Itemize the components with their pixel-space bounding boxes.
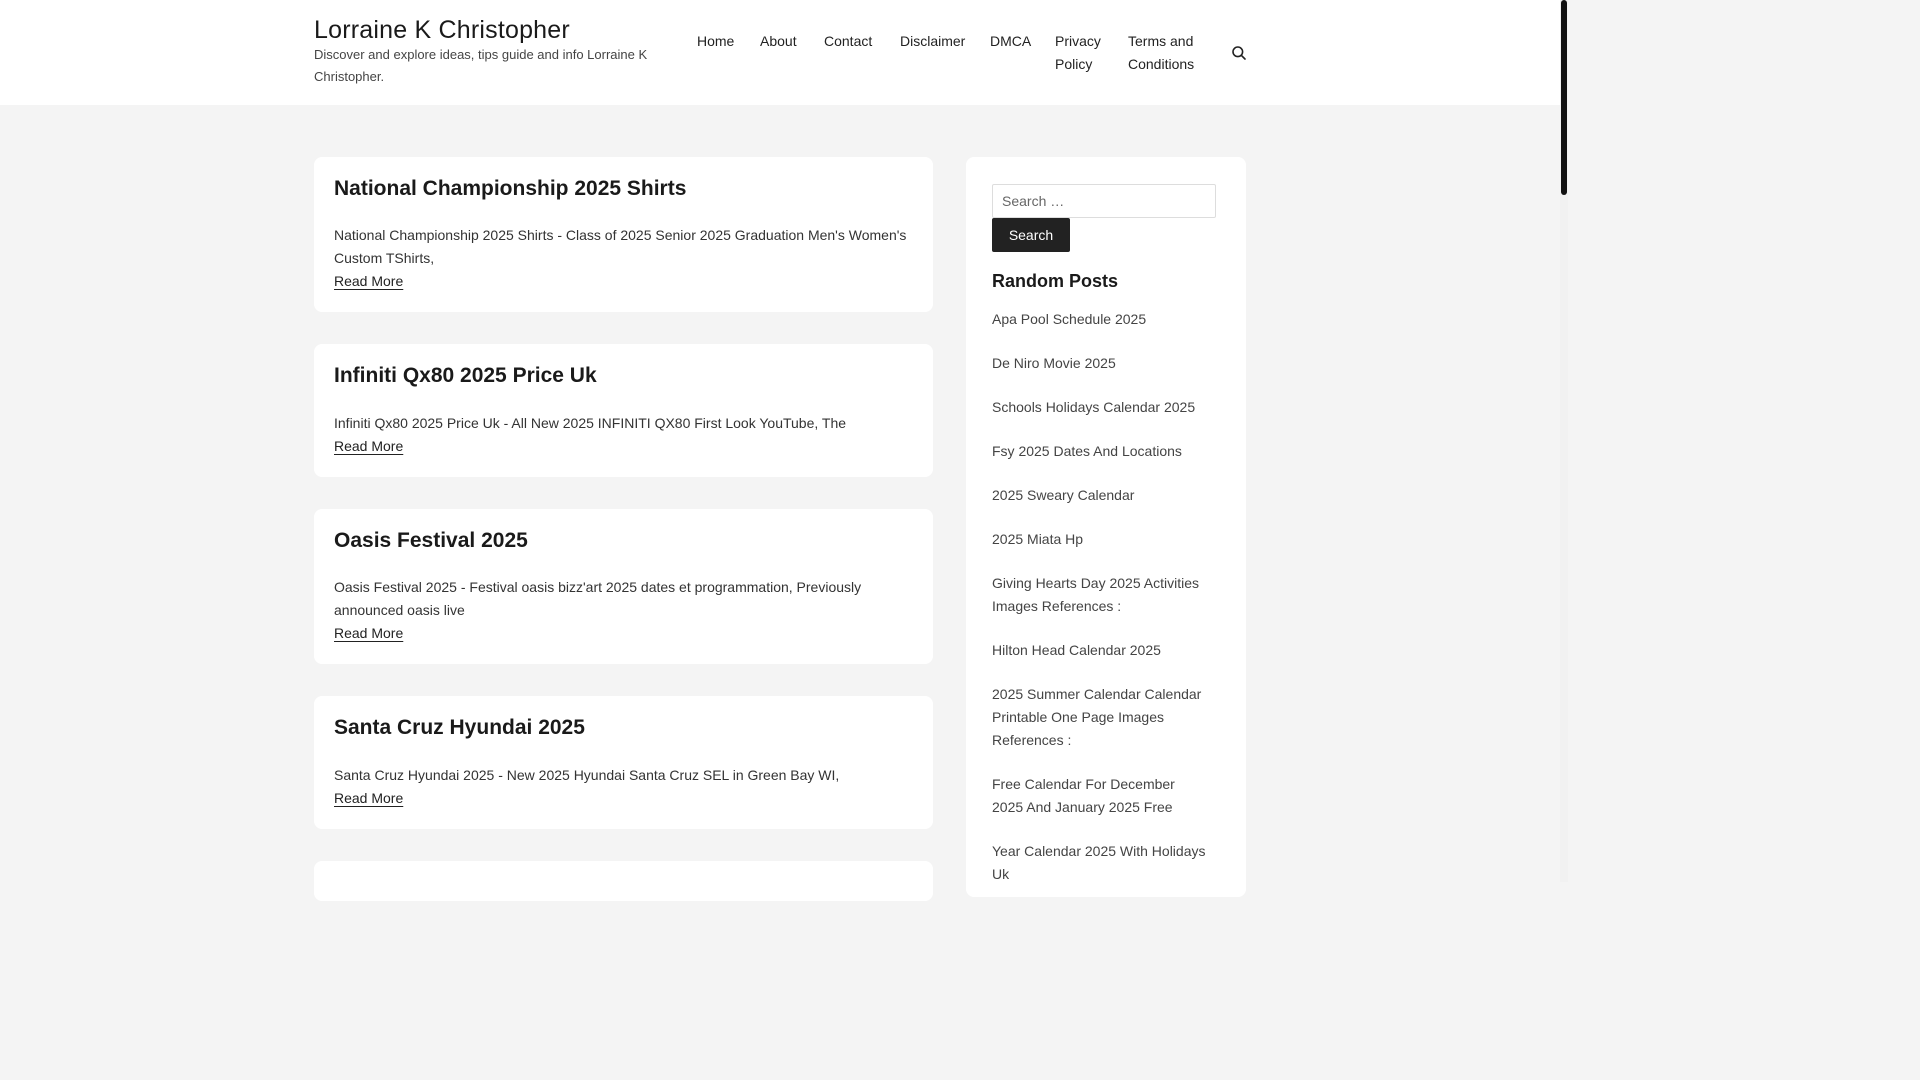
random-post-link[interactable]: Fsy 2025 Dates And Locations (992, 440, 1212, 463)
post-card: Santa Cruz Hyundai 2025 Santa Cruz Hyund… (314, 696, 933, 829)
nav-terms-and-conditions[interactable]: Terms and Conditions (1128, 30, 1200, 76)
page-scrollbar[interactable] (1560, 0, 1568, 882)
post-excerpt: Oasis Festival 2025 - Festival oasis biz… (334, 579, 862, 618)
nav-dmca[interactable]: DMCA (990, 30, 1031, 53)
random-post-link[interactable]: 2025 Sweary Calendar (992, 484, 1212, 507)
post-card: National Championship 2025 Shirts Nation… (314, 157, 933, 312)
post-excerpt: Santa Cruz Hyundai 2025 - New 2025 Hyund… (334, 767, 840, 783)
read-more-link[interactable]: Read More (334, 435, 403, 458)
site-description: Discover and explore ideas, tips guide a… (314, 47, 648, 84)
random-post-link[interactable]: Giving Hearts Day 2025 Activities Images… (992, 572, 1212, 618)
post-title[interactable]: Santa Cruz Hyundai 2025 (334, 716, 585, 740)
post-excerpt: National Championship 2025 Shirts - Clas… (334, 227, 907, 266)
scrollbar-thumb[interactable] (1561, 0, 1567, 195)
random-post-link[interactable]: Schools Holidays Calendar 2025 (992, 396, 1212, 419)
post-card (314, 861, 933, 901)
nav-disclaimer[interactable]: Disclaimer (900, 30, 965, 53)
random-posts-title: Random Posts (992, 271, 1119, 291)
nav-about[interactable]: About (760, 30, 797, 53)
random-post-link[interactable]: Free Calendar For December 2025 And Janu… (992, 773, 1206, 819)
sidebar: Search Random Posts Apa Pool Schedule 20… (966, 157, 1246, 897)
post-title[interactable]: National Championship 2025 Shirts (334, 177, 686, 201)
post-card: Oasis Festival 2025 Oasis Festival 2025 … (314, 509, 933, 664)
random-post-link[interactable]: 2025 Miata Hp (992, 528, 1212, 551)
nav-privacy-policy[interactable]: Privacy Policy (1055, 30, 1107, 76)
read-more-link[interactable]: Read More (334, 787, 403, 810)
post-excerpt: Infiniti Qx80 2025 Price Uk - All New 20… (334, 415, 847, 431)
nav-contact[interactable]: Contact (824, 30, 872, 53)
read-more-link[interactable]: Read More (334, 622, 403, 645)
random-post-link[interactable]: Apa Pool Schedule 2025 (992, 308, 1212, 331)
random-post-link[interactable]: 2025 Summer Calendar Calendar Printable … (992, 683, 1206, 752)
random-post-link[interactable]: Hilton Head Calendar 2025 (992, 639, 1212, 662)
read-more-link[interactable]: Read More (334, 270, 403, 293)
post-title[interactable]: Oasis Festival 2025 (334, 529, 528, 553)
random-post-link[interactable]: De Niro Movie 2025 (992, 352, 1212, 375)
site-header: Lorraine K Christopher Discover and expl… (0, 0, 1560, 105)
site-title[interactable]: Lorraine K Christopher (314, 16, 570, 45)
post-title[interactable]: Infiniti Qx80 2025 Price Uk (334, 364, 597, 388)
nav-home[interactable]: Home (697, 30, 734, 53)
search-button[interactable]: Search (992, 218, 1070, 252)
random-post-link[interactable]: Year Calendar 2025 With Holidays Uk (992, 840, 1206, 886)
post-card: Infiniti Qx80 2025 Price Uk Infiniti Qx8… (314, 344, 933, 477)
search-input[interactable] (992, 184, 1216, 218)
search-icon[interactable] (1231, 45, 1247, 61)
